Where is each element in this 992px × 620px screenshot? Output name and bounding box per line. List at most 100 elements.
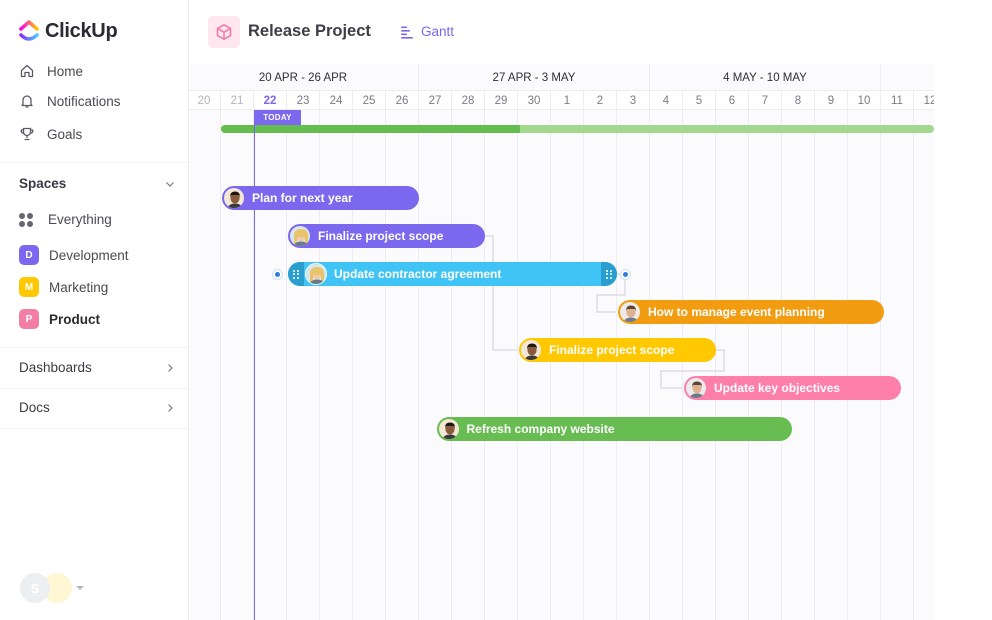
week-header-row: 20 APR - 26 APR 27 APR - 3 MAY 4 MAY - 10 … xyxy=(189,64,934,91)
trophy-icon xyxy=(20,127,34,141)
tab-gantt[interactable]: Gantt xyxy=(400,24,454,39)
nav-goals[interactable]: Goals xyxy=(19,124,82,144)
assignee-avatar xyxy=(520,339,542,361)
gantt-chart: 20 APR - 26 APR 27 APR - 3 MAY 4 MAY - 10 … xyxy=(189,64,934,620)
page-title: Release Project xyxy=(248,22,371,40)
brand-name: ClickUp xyxy=(45,19,118,42)
day-label: 2 xyxy=(584,91,617,110)
grid-line xyxy=(880,110,881,620)
grid-line xyxy=(550,110,551,620)
task-name: Finalize project scope xyxy=(318,229,444,243)
task-bar[interactable]: Refresh company website xyxy=(436,417,792,441)
task-name: How to manage event planning xyxy=(648,305,825,319)
day-label: 26 xyxy=(386,91,419,110)
dependency-handle-left[interactable] xyxy=(273,269,282,279)
assignee-avatar xyxy=(437,418,460,440)
task-bar[interactable]: Update contractor agreement xyxy=(288,262,617,286)
day-label: 12 xyxy=(914,91,934,110)
nav-home[interactable]: Home xyxy=(19,61,83,81)
grid-line xyxy=(682,110,683,620)
project-header: Release Project Gantt xyxy=(189,0,992,64)
nav-notifications[interactable]: Notifications xyxy=(19,91,121,111)
day-label: 25 xyxy=(353,91,386,110)
task-bar[interactable]: Finalize project scope xyxy=(519,338,716,362)
spaces-label: Spaces xyxy=(19,176,67,191)
spaces-header[interactable]: Spaces xyxy=(19,176,175,191)
day-label: 6 xyxy=(716,91,749,110)
clickup-app: ClickUp Home Notifications Goals Spaces … xyxy=(0,0,992,620)
day-label: 22 xyxy=(254,91,287,110)
assignee-avatar xyxy=(685,377,707,399)
drag-handle-left[interactable] xyxy=(288,262,304,286)
day-label: 30 xyxy=(518,91,551,110)
day-label: 9 xyxy=(815,91,848,110)
day-header-row: 20 21 22 23 24 25 26 27 28 29 30 1 2 3 4 5 6 7 8 9 10 11 12 xyxy=(189,91,934,110)
dashboards-label: Dashboards xyxy=(19,360,92,375)
task-name: Finalize project scope xyxy=(549,343,675,357)
day-label: 28 xyxy=(452,91,485,110)
task-name: Plan for next year xyxy=(252,191,353,205)
space-marketing[interactable]: M Marketing xyxy=(19,277,108,297)
divider xyxy=(0,428,188,429)
space-label: Development xyxy=(49,247,129,263)
nav-home-label: Home xyxy=(47,63,84,79)
clickup-logo[interactable]: ClickUp xyxy=(19,18,118,44)
day-label: 21 xyxy=(221,91,254,110)
clickup-logo-icon xyxy=(19,20,39,41)
grid-line xyxy=(484,110,485,620)
day-label: 23 xyxy=(287,91,320,110)
space-development[interactable]: D Development xyxy=(19,245,129,265)
nav-dashboards[interactable]: Dashboards xyxy=(19,360,175,375)
day-label: 27 xyxy=(419,91,452,110)
space-badge-marketing: M xyxy=(19,277,39,297)
week-label: 4 MAY - 10 MAY xyxy=(650,64,881,91)
space-product[interactable]: P Product xyxy=(19,309,100,329)
grid-line xyxy=(748,110,749,620)
day-label: 29 xyxy=(485,91,518,110)
day-label: 5 xyxy=(683,91,716,110)
task-bar[interactable]: Update key objectives xyxy=(684,376,901,400)
grid-line xyxy=(715,110,716,620)
chevron-down-icon[interactable] xyxy=(165,179,175,189)
task-name: Refresh company website xyxy=(466,422,615,436)
space-badge-product: P xyxy=(19,309,39,329)
dependency-handle-right[interactable] xyxy=(621,269,630,279)
assignee-avatar xyxy=(223,187,245,209)
grid-line xyxy=(583,110,584,620)
task-bar[interactable]: Plan for next year xyxy=(222,186,419,210)
assignee-avatar xyxy=(289,225,311,247)
week-label: 20 APR - 26 APR xyxy=(189,64,419,91)
grid-line xyxy=(847,110,848,620)
day-label: 1 xyxy=(551,91,584,110)
grid-line xyxy=(616,110,617,620)
week-label xyxy=(881,64,934,91)
project-icon xyxy=(208,16,240,48)
day-label: 10 xyxy=(848,91,881,110)
drag-handle-right[interactable] xyxy=(601,262,617,286)
task-bar[interactable]: Finalize project scope xyxy=(288,224,485,248)
day-label: 24 xyxy=(320,91,353,110)
overall-progress-fill xyxy=(221,125,521,133)
tab-gantt-label: Gantt xyxy=(421,24,455,39)
space-everything[interactable]: Everything xyxy=(19,212,112,227)
day-label: 11 xyxy=(881,91,914,110)
day-label: 4 xyxy=(650,91,683,110)
grid-line xyxy=(517,110,518,620)
everything-label: Everything xyxy=(48,212,112,227)
grid-line xyxy=(418,110,419,620)
gantt-icon xyxy=(401,26,413,39)
divider xyxy=(0,388,188,389)
grid-line xyxy=(814,110,815,620)
day-label: 20 xyxy=(189,91,221,110)
docs-label: Docs xyxy=(19,400,50,415)
user-menu[interactable]: S xyxy=(20,573,84,603)
task-bar[interactable]: How to manage event planning xyxy=(618,300,885,324)
nav-docs[interactable]: Docs xyxy=(19,400,175,415)
task-name: Update contractor agreement xyxy=(334,267,502,281)
chevron-right-icon xyxy=(168,403,173,412)
sidebar: ClickUp Home Notifications Goals Spaces … xyxy=(0,0,189,620)
week-label: 27 APR - 3 MAY xyxy=(419,64,650,91)
grid-line xyxy=(220,110,221,620)
divider xyxy=(0,347,188,348)
grid-line xyxy=(451,110,452,620)
